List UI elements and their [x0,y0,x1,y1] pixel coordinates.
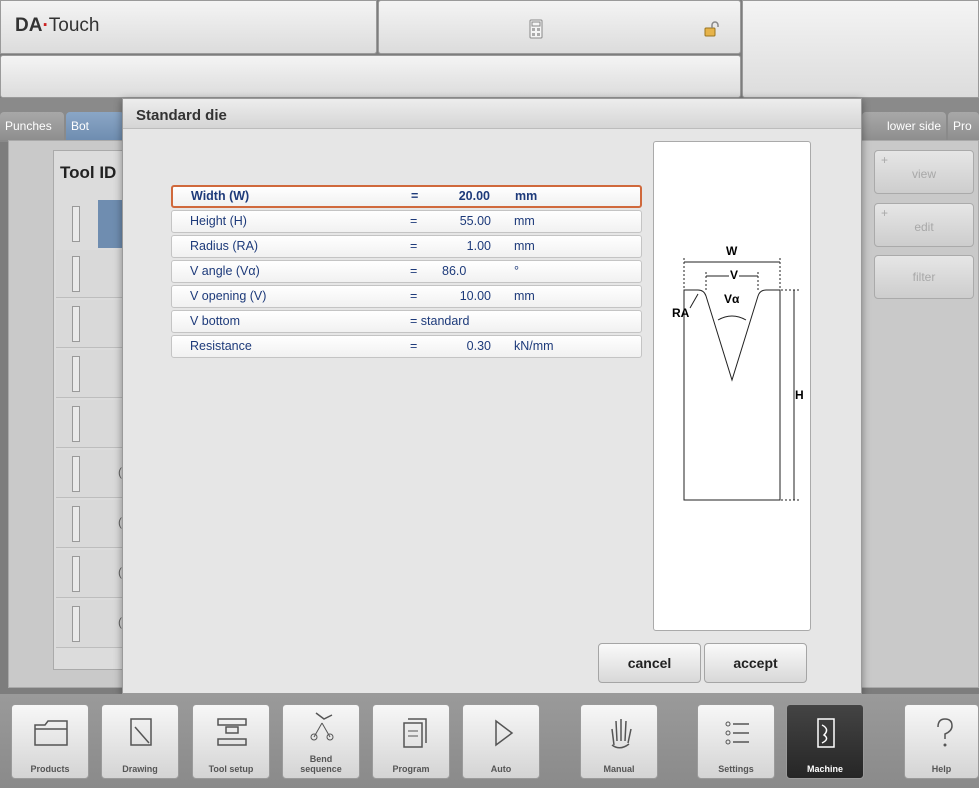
bend-sequence-icon [310,712,334,741]
tab-lower-side[interactable]: lower side [862,112,946,140]
die-thumbnail-icon [72,556,80,592]
die-thumbnail-icon [72,206,80,242]
unlock-icon[interactable] [704,21,722,37]
label-v: V [729,268,740,282]
plus-icon: + [881,206,889,220]
param-row-height[interactable]: Height (H) = 55.00 mm [171,210,642,233]
tool-row[interactable]: ( [56,500,126,548]
tab-products[interactable]: Pro [948,112,979,140]
view-button[interactable]: + view [874,150,974,194]
label-v-angle: Vα [724,292,740,306]
die-thumbnail-icon [72,606,80,642]
toolbar-tool-setup-button[interactable]: Tool setup [192,704,270,779]
tool-row[interactable] [56,300,126,348]
header-info-bar [0,55,741,98]
die-thumbnail-icon [72,506,80,542]
label-ra: RA [672,306,690,320]
folder-icon [34,720,68,746]
tool-row[interactable]: ( [56,450,126,498]
tool-row[interactable] [56,250,126,298]
header-logo-box: DA·Touch [0,0,377,54]
machine-icon [817,718,835,748]
tool-row[interactable]: ( [56,550,126,598]
tool-row[interactable]: ( [56,600,126,648]
die-drawing-panel: W V Vα RA H [653,141,811,631]
param-row-resistance[interactable]: Resistance = 0.30 kN/mm [171,335,642,358]
play-icon [495,719,514,747]
toolbar-program-button[interactable]: Program [372,704,450,779]
filter-button[interactable]: filter [874,255,974,299]
die-thumbnail-icon [72,356,80,392]
toolbar-settings-button[interactable]: Settings [697,704,775,779]
plus-icon: + [881,153,889,167]
cancel-button[interactable]: cancel [598,643,701,683]
tool-row[interactable] [56,350,126,398]
settings-icon [725,721,749,745]
die-thumbnail-icon [72,306,80,342]
dialog-title: Standard die [123,99,861,129]
toolbar-help-button[interactable]: Help [904,704,979,779]
tool-id-header: Tool ID [60,163,117,182]
hand-icon [611,719,632,749]
toolbar-products-button[interactable]: Products [11,704,89,779]
toolbar-bend-sequence-button[interactable]: Bend sequence [282,704,360,779]
die-thumbnail-icon [72,256,80,292]
standard-die-dialog: Standard die Width (W) = 20.00 mm Height… [122,98,862,694]
label-h: H [795,388,804,402]
die-drawing [683,258,800,501]
program-icon [403,718,427,748]
param-row-v-opening[interactable]: V opening (V) = 10.00 mm [171,285,642,308]
tab-punches[interactable]: Punches [0,112,64,140]
calculator-icon[interactable] [529,19,543,39]
drawing-icon [130,718,152,746]
header-right-box [742,0,979,98]
header-status-box [378,0,741,54]
die-thumbnail-icon [72,456,80,492]
label-w: W [726,244,738,258]
toolbar-auto-button[interactable]: Auto [462,704,540,779]
accept-button[interactable]: accept [704,643,807,683]
toolbar-machine-button[interactable]: Machine [786,704,864,779]
help-icon [937,718,953,747]
param-row-width[interactable]: Width (W) = 20.00 mm [171,185,642,208]
die-thumbnail-icon [72,406,80,442]
edit-button[interactable]: + edit [874,203,974,247]
param-row-v-angle[interactable]: V angle (Vα) = 86.0 ° [171,260,642,283]
tab-bottom[interactable]: Bot [66,112,124,140]
toolbar-drawing-button[interactable]: Drawing [101,704,179,779]
tool-setup-icon [217,718,247,746]
param-row-v-bottom[interactable]: V bottom = standard [171,310,642,333]
tool-row[interactable] [56,200,126,248]
tool-row[interactable] [56,400,126,448]
param-row-radius[interactable]: Radius (RA) = 1.00 mm [171,235,642,258]
app-logo: DA·Touch [15,15,100,36]
toolbar-manual-button[interactable]: Manual [580,704,658,779]
